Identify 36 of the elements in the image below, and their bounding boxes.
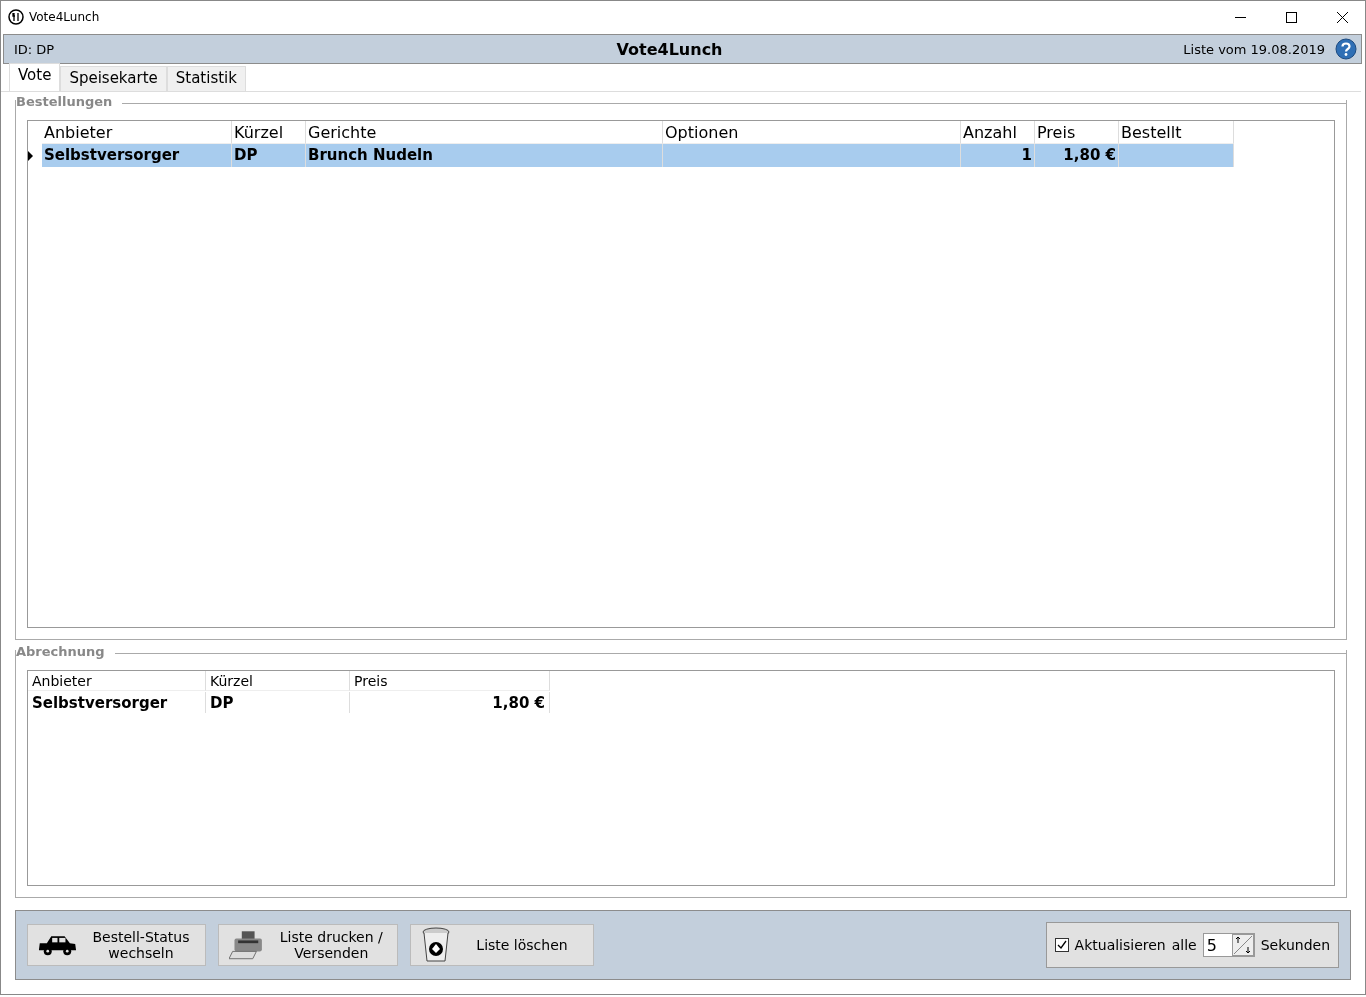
table-cell: DP (206, 692, 350, 713)
table-cell: Selbstversorger (28, 692, 206, 713)
column-header[interactable]: Kürzel (206, 671, 350, 691)
window-title: Vote4Lunch (29, 10, 101, 24)
close-icon[interactable] (1336, 11, 1348, 23)
toolbar-button[interactable]: Liste drucken / Versenden (218, 924, 398, 966)
table-cell: Selbstversorger (42, 144, 232, 167)
minimize-icon[interactable] (1234, 16, 1246, 18)
fork-knife-logo-icon (8, 9, 24, 25)
group-title: Abrechnung (16, 644, 115, 659)
toolbar-button[interactable]: Liste löschen (410, 924, 594, 966)
table-cell: 1,80 € (350, 692, 550, 713)
group-title: Bestellungen (16, 94, 123, 109)
interval-prefix: alle (1171, 937, 1197, 953)
tab[interactable]: Vote (9, 63, 61, 91)
interval-spinner[interactable]: 5 (1202, 933, 1255, 957)
table-cell: DP (232, 144, 306, 167)
table-cell: 1,80 € (1035, 144, 1119, 167)
user-id-label: ID: DP (14, 41, 56, 57)
list-date-label: Liste vom 19.08.2019 (1182, 41, 1325, 57)
table-cell: Brunch Nudeln (306, 144, 663, 167)
recycle-bin-icon (421, 927, 451, 963)
tab[interactable]: Speisekarte (60, 66, 167, 91)
column-header[interactable]: Preis (350, 671, 550, 691)
column-header[interactable]: Anbieter (28, 671, 206, 691)
tab[interactable]: Statistik (166, 66, 246, 91)
row-pointer-icon (28, 150, 33, 161)
help-icon[interactable] (1335, 38, 1357, 60)
table-cell: 1 (961, 144, 1035, 167)
car-icon (38, 933, 77, 957)
app-title: Vote4Lunch (616, 39, 723, 59)
interval-suffix: Sekunden (1260, 937, 1330, 953)
checkbox-label: Aktualisieren (1074, 937, 1166, 953)
refresh-checkbox[interactable] (1054, 938, 1069, 952)
toolbar-button[interactable]: Bestell-Status wechseln (27, 924, 206, 966)
maximize-icon[interactable] (1285, 11, 1297, 23)
